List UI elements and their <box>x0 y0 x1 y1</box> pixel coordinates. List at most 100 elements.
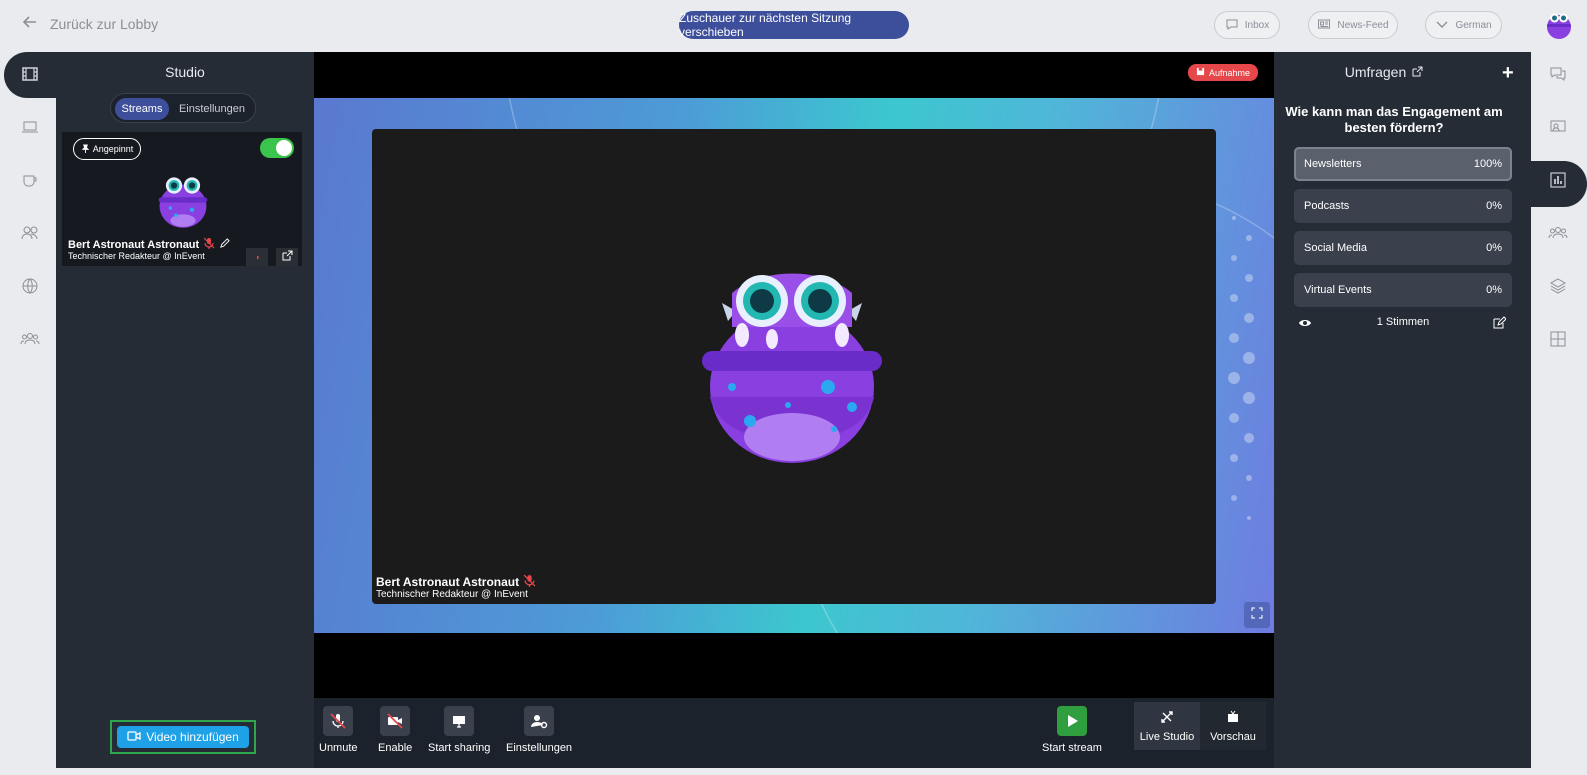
language-label: German <box>1455 19 1492 31</box>
recording-badge[interactable]: Aufnahme <box>1188 64 1259 81</box>
preview-button[interactable]: Vorschau <box>1200 702 1266 750</box>
tv-icon <box>1226 710 1240 727</box>
main-video-frame[interactable]: Bert Astronaut Astronaut Technischer Red… <box>372 129 1216 604</box>
poll-option[interactable]: Podcasts 0% <box>1294 189 1512 223</box>
open-external-button[interactable] <box>276 248 298 266</box>
edit-icon[interactable] <box>1492 316 1507 330</box>
poll-option-percent: 0% <box>1486 200 1502 212</box>
audio-level-button[interactable] <box>246 248 268 266</box>
language-select[interactable]: German <box>1425 11 1502 39</box>
polls-title-row: Umfragen <box>1274 64 1494 80</box>
poll-option[interactable]: Social Media 0% <box>1294 231 1512 265</box>
audio-level-icon <box>252 248 263 266</box>
stage-area: Aufnahme Bert Astronaut Astronaut Techni… <box>314 52 1274 698</box>
speaker-avatar-large <box>702 267 882 463</box>
mic-muted-icon <box>203 237 215 252</box>
studio-panel: Studio Streams Einstellungen Angepinnt B… <box>56 52 314 768</box>
poll-option-label: Podcasts <box>1304 200 1350 212</box>
add-video-highlight: Video hinzufügen <box>110 720 256 754</box>
external-link-icon <box>282 248 293 266</box>
mic-off-icon <box>323 706 354 736</box>
pin-icon <box>81 143 90 155</box>
top-bar: Zurück zur Lobby Zuschauer zur nächsten … <box>0 0 1587 52</box>
start-stream-button[interactable]: Start stream <box>1042 706 1102 754</box>
unmute-button[interactable]: Unmute <box>319 706 358 754</box>
group-icon[interactable] <box>1548 223 1568 243</box>
pinned-badge[interactable]: Angepinnt <box>73 138 141 160</box>
user-gear-icon <box>524 706 555 736</box>
stage-speaker-role: Technischer Redakteur @ InEvent <box>376 589 528 600</box>
chat-bubble-icon <box>1225 17 1239 34</box>
poll-option-percent: 0% <box>1486 242 1502 254</box>
poll-option-label: Social Media <box>1304 242 1367 254</box>
poll-option-label: Virtual Events <box>1304 284 1372 296</box>
live-studio-label: Live Studio <box>1139 730 1195 743</box>
recording-label: Aufnahme <box>1209 67 1251 78</box>
presentation-icon[interactable] <box>1548 117 1568 137</box>
card-speaker-name: Bert Astronaut Astronaut <box>68 238 200 251</box>
external-link-icon[interactable] <box>1412 64 1423 80</box>
stage-speaker-name: Bert Astronaut Astronaut <box>376 575 520 589</box>
back-to-lobby-label: Zurück zur Lobby <box>50 15 159 32</box>
inbox-label: Inbox <box>1244 19 1270 31</box>
arrow-left-icon <box>22 14 38 33</box>
tab-einstellungen[interactable]: Einstellungen <box>173 98 251 120</box>
newsfeed-label: News-Feed <box>1337 19 1389 31</box>
laptop-icon[interactable] <box>20 117 40 137</box>
add-poll-button[interactable]: + <box>1502 62 1514 85</box>
bottom-toolbar: Unmute Enable Start sharing Einstellunge… <box>314 698 1274 768</box>
poll-option-percent: 0% <box>1486 284 1502 296</box>
poll-option-percent: 100% <box>1473 158 1502 170</box>
back-to-lobby-link[interactable]: Zurück zur Lobby <box>22 14 158 33</box>
tools-icon <box>1160 710 1174 727</box>
polls-panel: Umfragen + Wie kann man das Engagement a… <box>1274 52 1531 768</box>
settings-label: Einstellungen <box>506 742 573 754</box>
start-sharing-label: Start sharing <box>428 742 491 754</box>
globe-icon[interactable] <box>20 276 40 296</box>
mic-muted-icon <box>523 574 536 590</box>
tab-streams[interactable]: Streams <box>115 98 169 120</box>
live-studio-button[interactable]: Live Studio <box>1134 702 1200 750</box>
card-speaker-role: Technischer Redakteur @ InEvent <box>68 251 205 261</box>
pencil-icon[interactable] <box>219 237 230 252</box>
poll-question: Wie kann man das Engagement am besten fö… <box>1285 104 1503 135</box>
chat-icon[interactable] <box>1548 64 1568 84</box>
play-icon <box>1056 706 1087 736</box>
newspaper-icon <box>1317 17 1331 34</box>
enable-label: Enable <box>378 742 413 754</box>
settings-button[interactable]: Einstellungen <box>506 706 572 754</box>
layers-icon[interactable] <box>1548 276 1568 296</box>
start-sharing-button[interactable]: Start sharing <box>428 706 490 754</box>
grid-icon[interactable] <box>1548 329 1568 349</box>
poll-option[interactable]: Virtual Events 0% <box>1294 273 1512 307</box>
camera-off-icon <box>380 706 411 736</box>
add-video-label: Video hinzufügen <box>146 730 239 744</box>
studio-tabs: Streams Einstellungen <box>110 93 256 123</box>
poll-option[interactable]: Newsletters 100% <box>1294 147 1512 181</box>
poll-option-label: Newsletters <box>1304 158 1362 170</box>
card-speaker-name-row: Bert Astronaut Astronaut <box>68 237 230 252</box>
pinned-label: Angepinnt <box>92 144 134 154</box>
stream-card: Angepinnt Bert Astronaut Astronaut Techn… <box>62 132 302 266</box>
move-viewers-button[interactable]: Zuschauer zur nächsten Sitzung verschieb… <box>679 11 909 39</box>
view-mode-group: Live Studio Vorschau <box>1134 702 1266 750</box>
enable-camera-button[interactable]: Enable <box>378 706 412 754</box>
poll-votes-count: 1 Stimmen <box>1376 316 1430 328</box>
card-avatar <box>156 170 210 228</box>
polls-title: Umfragen <box>1344 64 1407 80</box>
stream-visibility-toggle[interactable] <box>260 138 294 158</box>
newsfeed-button[interactable]: News-Feed <box>1308 11 1398 39</box>
coffee-cup-icon[interactable] <box>20 170 40 190</box>
inbox-button[interactable]: Inbox <box>1214 11 1280 39</box>
add-video-button[interactable]: Video hinzufügen <box>117 726 249 748</box>
save-icon <box>1196 67 1205 78</box>
start-stream-label: Start stream <box>1042 742 1102 754</box>
stage-background: Bert Astronaut Astronaut Technischer Red… <box>314 98 1274 633</box>
group-icon[interactable] <box>20 329 40 349</box>
user-avatar[interactable] <box>1544 8 1574 40</box>
users-icon[interactable] <box>20 223 40 243</box>
chevron-down-icon <box>1435 17 1449 34</box>
fullscreen-button[interactable] <box>1244 602 1270 628</box>
bar-chart-icon[interactable] <box>1548 170 1568 190</box>
film-icon[interactable] <box>20 64 40 84</box>
